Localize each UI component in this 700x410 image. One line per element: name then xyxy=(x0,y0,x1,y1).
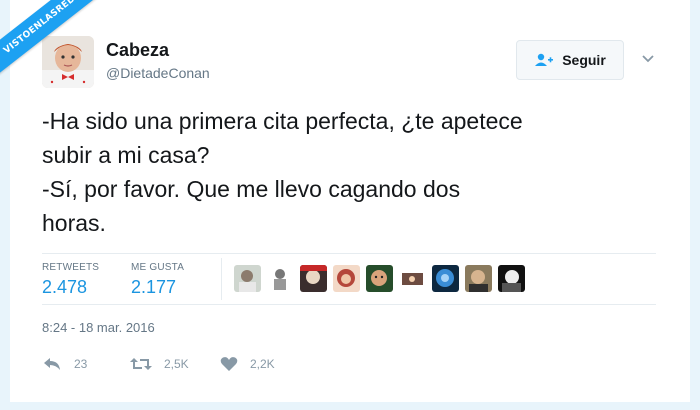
liker-avatar[interactable] xyxy=(465,265,492,292)
retweets-label: RETWEETS xyxy=(42,262,100,273)
liker-avatar[interactable] xyxy=(267,265,294,292)
tweet-text: -Ha sido una primera cita perfecta, ¿te … xyxy=(42,104,662,240)
chevron-down-icon[interactable] xyxy=(640,52,656,66)
follow-button[interactable]: Seguir xyxy=(516,40,624,80)
reply-action[interactable]: 23 xyxy=(42,356,87,372)
retweet-action[interactable]: 2,5K xyxy=(130,356,189,372)
tweet-line: horas. xyxy=(42,210,106,236)
retweets-count: 2.478 xyxy=(42,277,88,297)
like-action[interactable]: 2,2K xyxy=(220,356,275,372)
author-handle[interactable]: @DietadeConan xyxy=(106,65,210,81)
avatar[interactable] xyxy=(42,36,94,88)
divider xyxy=(42,253,656,254)
retweet-icon xyxy=(130,356,152,372)
tweet-card: VISTOENLASREDES Cabeza @DietadeConan Seg xyxy=(0,0,700,410)
liker-avatar[interactable] xyxy=(498,265,525,292)
person-add-icon xyxy=(534,53,554,67)
liker-avatar[interactable] xyxy=(234,265,261,292)
liker-avatar[interactable] xyxy=(366,265,393,292)
likes-label: ME GUSTA xyxy=(131,262,185,273)
tweet-line: subir a mi casa? xyxy=(42,142,210,168)
tweet-line: -Sí, por favor. Que me llevo cagando dos xyxy=(42,176,461,202)
retweets-stat[interactable]: RETWEETS 2.478 xyxy=(42,262,99,298)
retweet-count: 2,5K xyxy=(164,357,189,371)
likes-stat[interactable]: ME GUSTA 2.177 xyxy=(131,262,184,298)
likes-count: 2.177 xyxy=(131,277,177,297)
author-name[interactable]: Cabeza xyxy=(106,40,169,61)
like-count: 2,2K xyxy=(250,357,275,371)
reply-count: 23 xyxy=(74,357,88,371)
tweet-timestamp[interactable]: 8:24 - 18 mar. 2016 xyxy=(42,320,155,335)
liker-avatar[interactable] xyxy=(333,265,360,292)
liker-avatar[interactable] xyxy=(399,265,426,292)
bottom-border xyxy=(0,402,700,410)
liker-avatars xyxy=(234,265,525,292)
liker-avatar[interactable] xyxy=(300,265,327,292)
divider xyxy=(42,304,656,305)
stats-separator xyxy=(221,258,222,300)
right-border xyxy=(690,0,700,410)
reply-icon xyxy=(42,356,62,372)
follow-button-label: Seguir xyxy=(562,52,606,68)
liker-avatar[interactable] xyxy=(432,265,459,292)
heart-icon xyxy=(220,356,238,372)
tweet-line: -Ha sido una primera cita perfecta, ¿te … xyxy=(42,108,523,134)
